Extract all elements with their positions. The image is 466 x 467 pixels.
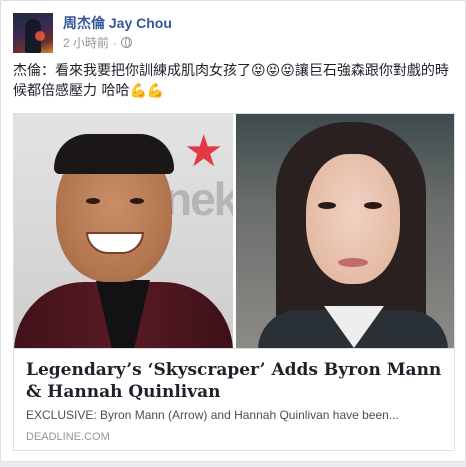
author-avatar[interactable] bbox=[13, 13, 53, 53]
eye-right bbox=[130, 198, 144, 204]
byron-mann-photo: ★ nek bbox=[14, 114, 233, 348]
link-preview[interactable]: ★ nek Legendary’s ‘Skyscraper’ Adds Byro… bbox=[13, 113, 455, 451]
author-name-link[interactable]: 周杰倫 Jay Chou bbox=[63, 13, 172, 33]
post-timestamp[interactable]: 2 小時前 bbox=[63, 34, 109, 51]
meta-separator: · bbox=[113, 35, 118, 50]
link-description: EXCLUSIVE: Byron Mann (Arrow) and Hannah… bbox=[26, 408, 399, 422]
eye-right bbox=[364, 202, 382, 209]
link-preview-images[interactable]: ★ nek bbox=[14, 114, 454, 348]
tongue-emoji-1: 😝 bbox=[251, 63, 266, 79]
lips bbox=[338, 258, 368, 267]
post-body: 杰倫：看來我要把你訓練成肌肉女孩了😝😝😝讓巨石強森跟你對戲的時候都倍感壓力 哈哈… bbox=[13, 61, 455, 101]
background-brand-text: nek bbox=[164, 173, 233, 225]
muscle-emoji-1: 💪 bbox=[129, 83, 147, 99]
eye-left bbox=[86, 198, 100, 204]
post-meta: 2 小時前 · bbox=[63, 34, 133, 51]
tongue-emoji-3: 😝 bbox=[280, 63, 295, 79]
hair bbox=[54, 134, 174, 174]
link-domain: DEADLINE.COM bbox=[26, 431, 110, 443]
post-text-part1: 杰倫：看來我要把你訓練成肌肉女孩了 bbox=[13, 63, 251, 79]
eye-left bbox=[318, 202, 336, 209]
hannah-quinlivan-photo bbox=[236, 114, 454, 348]
post-header: 周杰倫 Jay Chou 2 小時前 · bbox=[13, 13, 453, 57]
post-card: 周杰倫 Jay Chou 2 小時前 · 杰倫：看來我要把你訓練成肌肉女孩了😝😝… bbox=[0, 0, 466, 462]
link-title[interactable]: Legendary’s ‘Skyscraper’ Adds Byron Mann… bbox=[26, 359, 442, 403]
muscle-emoji-2: 💪 bbox=[146, 83, 165, 99]
red-star-logo: ★ bbox=[184, 126, 224, 177]
tongue-emoji-2: 😝 bbox=[265, 63, 281, 79]
globe-icon[interactable] bbox=[121, 37, 133, 48]
link-caption[interactable]: Legendary’s ‘Skyscraper’ Adds Byron Mann… bbox=[14, 348, 454, 450]
avatar-glow bbox=[35, 31, 45, 41]
